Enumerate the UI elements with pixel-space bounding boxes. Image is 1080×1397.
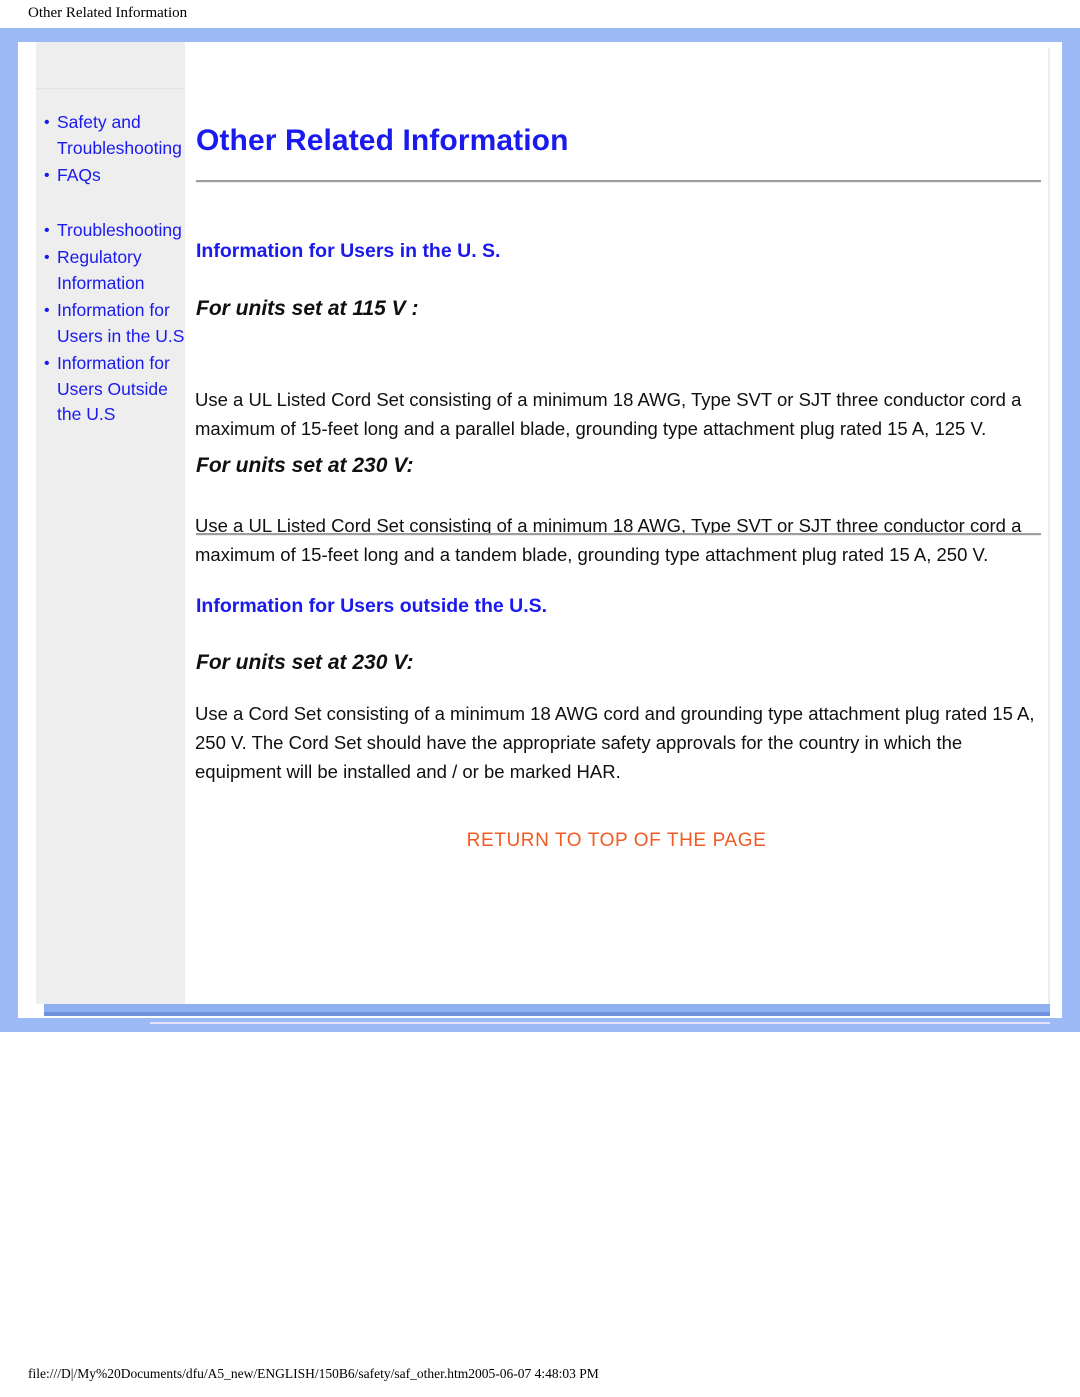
print-footer-path: file:///D|/My%20Documents/dfu/A5_new/ENG… xyxy=(28,1366,599,1381)
page-shadow-bottom xyxy=(44,1004,1050,1012)
paragraph-230v-outside-us: Use a Cord Set consisting of a minimum 1… xyxy=(195,702,1035,782)
sidebar-group-1: Safety and Troubleshooting FAQs xyxy=(36,110,185,189)
page-shadow-bottom-dark xyxy=(44,1012,1050,1016)
page-title: Other Related Information xyxy=(196,124,569,158)
section-heading-outside-us: Information for Users outside the U.S. xyxy=(196,595,548,618)
divider-middle xyxy=(196,533,1041,536)
subheading-230v-us: For units set at 230 V: xyxy=(196,454,414,477)
sidebar-item-information-for-users-in-the-us[interactable]: Information for Users in the U.S xyxy=(36,298,185,349)
print-header-title: Other Related Information xyxy=(28,5,188,21)
subheading-230v-outside-us: For units set at 230 V: xyxy=(196,651,414,674)
sidebar-item-troubleshooting[interactable]: Troubleshooting xyxy=(36,218,185,244)
page-shadow-hairline xyxy=(150,1022,1050,1024)
sidebar-group-2: Troubleshooting Regulatory Information I… xyxy=(36,218,185,428)
sidebar-item-faqs[interactable]: FAQs xyxy=(36,163,185,189)
paragraph-115v: Use a UL Listed Cord Set consisting of a… xyxy=(195,388,1022,439)
print-header: Other Related Information xyxy=(0,0,1080,28)
return-to-top-link[interactable]: RETURN TO TOP OF THE PAGE xyxy=(185,830,1048,852)
section-heading-us: Information for Users in the U. S. xyxy=(196,240,501,263)
main-content: Other Related Information Information fo… xyxy=(185,42,1048,1004)
divider-top xyxy=(196,180,1041,183)
sidebar-item-safety-and-troubleshooting[interactable]: Safety and Troubleshooting xyxy=(36,110,185,161)
subheading-115v: For units set at 115 V : xyxy=(196,297,419,320)
sidebar: Safety and Troubleshooting FAQs Troubles… xyxy=(36,42,185,1004)
paragraph-230v-us: Use a UL Listed Cord Set consisting of a… xyxy=(195,514,1022,565)
sidebar-nav: Safety and Troubleshooting FAQs Troubles… xyxy=(36,110,185,430)
sidebar-item-information-for-users-outside-the-us[interactable]: Information for Users Outside the U.S xyxy=(36,351,185,428)
sidebar-divider xyxy=(36,88,185,89)
sidebar-item-regulatory-information[interactable]: Regulatory Information xyxy=(36,245,185,296)
